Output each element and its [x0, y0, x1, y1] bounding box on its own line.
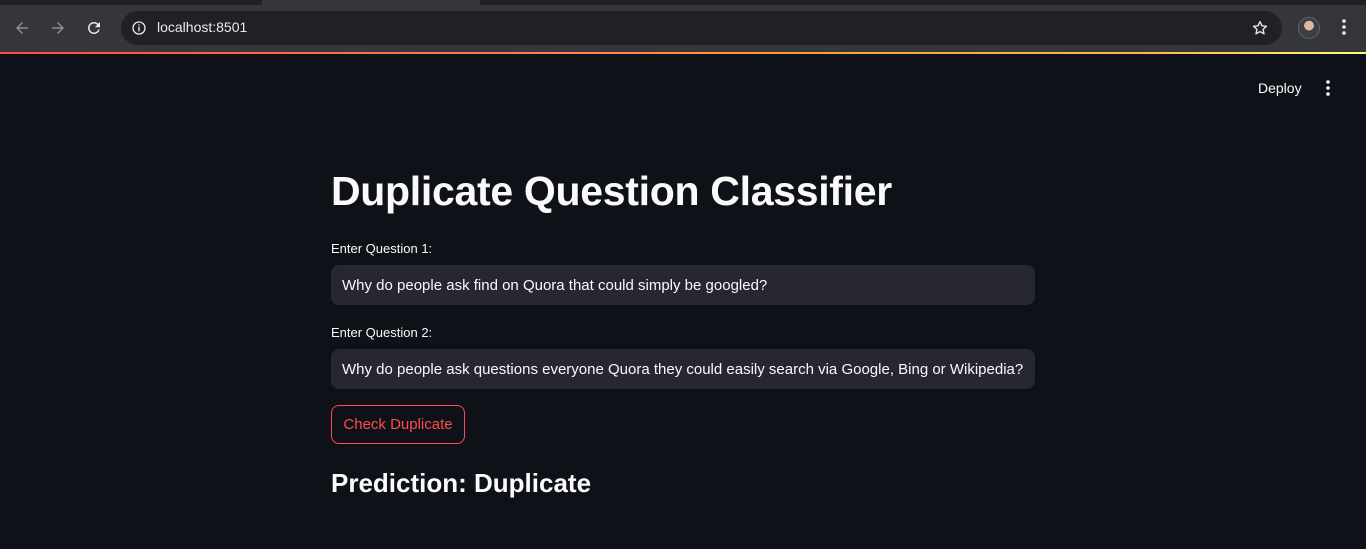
status-decoration-bar: [0, 52, 1366, 54]
address-bar[interactable]: localhost:8501: [121, 11, 1282, 45]
browser-menu-button[interactable]: [1334, 17, 1354, 37]
question2-field-container: [331, 349, 1035, 389]
prediction-result: Prediction: Duplicate: [331, 468, 592, 498]
question2-label: Enter Question 2:: [331, 325, 433, 340]
site-info-button[interactable]: [129, 18, 149, 38]
arrow-left-icon: [16, 22, 28, 34]
reload-button[interactable]: [82, 16, 106, 40]
arrow-right-icon: [52, 22, 64, 34]
question1-field-container: [331, 265, 1035, 305]
question1-input[interactable]: [340, 275, 1026, 295]
check-duplicate-button[interactable]: Check Duplicate: [331, 405, 465, 444]
active-tab[interactable]: [262, 0, 480, 5]
tab-strip: [0, 0, 1366, 5]
deploy-button[interactable]: Deploy: [1252, 78, 1308, 98]
question1-label: Enter Question 1:: [331, 241, 433, 256]
app-menu-button[interactable]: [1318, 78, 1338, 98]
browser-toolbar: localhost:8501: [0, 0, 1366, 52]
star-icon: [1252, 20, 1268, 35]
reload-icon: [87, 21, 100, 34]
kebab-menu-icon: [1326, 80, 1330, 96]
forward-button[interactable]: [46, 16, 70, 40]
back-button[interactable]: [10, 16, 34, 40]
avatar[interactable]: [1298, 17, 1320, 39]
kebab-menu-icon: [1342, 19, 1346, 35]
url-text[interactable]: localhost:8501: [157, 19, 247, 35]
info-icon: [132, 21, 146, 35]
bookmark-button[interactable]: [1250, 18, 1270, 38]
question2-input[interactable]: [340, 359, 1026, 379]
page-title: Duplicate Question Classifier: [331, 168, 892, 214]
